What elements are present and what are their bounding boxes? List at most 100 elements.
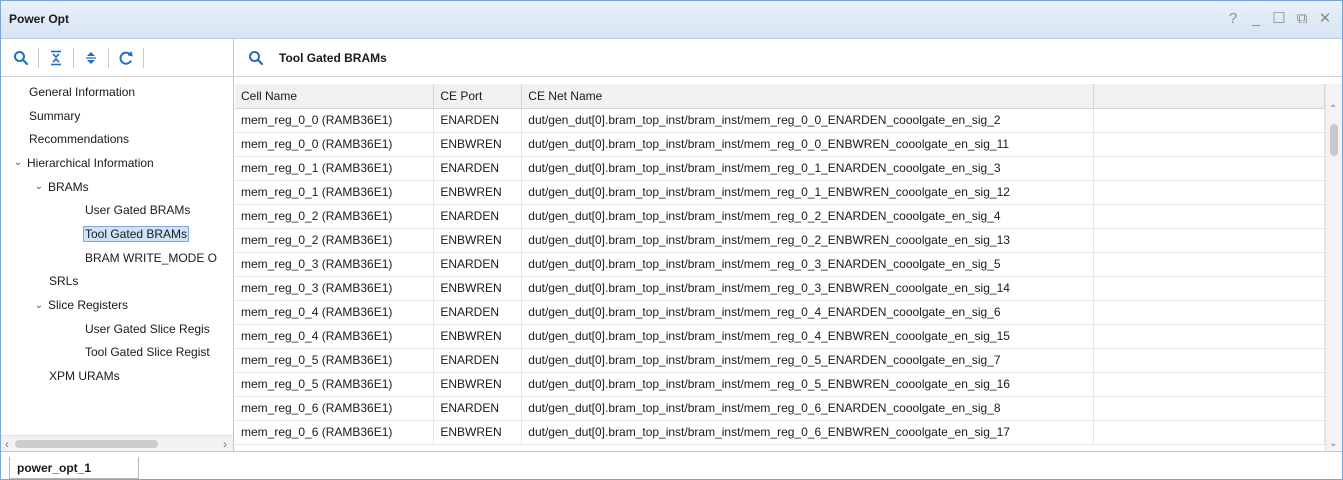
- ce-port-cell: ENARDEN: [433, 204, 523, 229]
- chevron-down-icon[interactable]: ⌄: [11, 157, 25, 168]
- ce-port-cell: ENARDEN: [433, 396, 523, 421]
- tree-item-tool-gated-brams[interactable]: Tool Gated BRAMs: [1, 222, 233, 246]
- ce-net-name-cell: dut/gen_dut[0].bram_top_inst/bram_inst/m…: [521, 156, 1094, 181]
- tree-horizontal-scrollbar[interactable]: ‹ ›: [1, 435, 233, 451]
- table-row[interactable]: mem_reg_0_5 (RAMB36E1) ENBWREN dut/gen_dut…: [235, 372, 1325, 397]
- tree-item-user-gated-brams[interactable]: User Gated BRAMs: [1, 198, 233, 222]
- cell-name-cell: mem_reg_0_1 (RAMB36E1): [235, 180, 435, 205]
- cell-name-cell: mem_reg_0_2 (RAMB36E1): [235, 228, 435, 253]
- tab-power-opt-1[interactable]: power_opt_1: [9, 457, 139, 479]
- empty-cell: [1093, 108, 1325, 133]
- empty-cell: [1093, 324, 1325, 349]
- ce-net-name-cell: dut/gen_dut[0].bram_top_inst/bram_inst/m…: [521, 420, 1094, 445]
- expand-all-icon[interactable]: [80, 47, 102, 69]
- cell-name-cell: mem_reg_0_3 (RAMB36E1): [235, 252, 435, 277]
- ce-port-cell: ENARDEN: [433, 300, 523, 325]
- tree-item-general-information[interactable]: General Information: [1, 80, 233, 104]
- table-row[interactable]: mem_reg_0_4 (RAMB36E1) ENBWREN dut/gen_dut…: [235, 324, 1325, 349]
- close-icon[interactable]: ✕: [1318, 10, 1332, 28]
- empty-cell: [1093, 204, 1325, 229]
- table-row[interactable]: mem_reg_0_1 (RAMB36E1) ENARDEN dut/gen_dut…: [235, 156, 1325, 181]
- tree-item-label: Summary: [29, 108, 81, 123]
- empty-cell: [1093, 180, 1325, 205]
- scroll-up-icon[interactable]: ⌃: [1329, 104, 1337, 115]
- scroll-left-icon[interactable]: ‹: [5, 437, 9, 451]
- ce-port-cell: ENARDEN: [433, 252, 523, 277]
- table-row[interactable]: mem_reg_0_3 (RAMB36E1) ENARDEN dut/gen_dut…: [235, 252, 1325, 277]
- ce-port-cell: ENBWREN: [433, 132, 523, 157]
- cell-name-cell: mem_reg_0_6 (RAMB36E1): [235, 396, 435, 421]
- tree-item-slice-registers[interactable]: ⌄ Slice Registers: [1, 293, 233, 317]
- window-title: Power Opt: [9, 12, 70, 26]
- table-row[interactable]: mem_reg_0_4 (RAMB36E1) ENARDEN dut/gen_dut…: [235, 300, 1325, 325]
- minimize-icon[interactable]: _: [1249, 10, 1263, 28]
- tree-item-srls[interactable]: SRLs: [1, 270, 233, 294]
- ce-port-cell: ENARDEN: [433, 156, 523, 181]
- tree-item-recommendations[interactable]: Recommendations: [1, 127, 233, 151]
- cell-name-cell: mem_reg_0_3 (RAMB36E1): [235, 276, 435, 301]
- table-row[interactable]: mem_reg_0_2 (RAMB36E1) ENBWREN dut/gen_dut…: [235, 228, 1325, 253]
- tree-item-summary[interactable]: Summary: [1, 104, 233, 128]
- empty-cell: [1093, 156, 1325, 181]
- empty-cell: [1093, 252, 1325, 277]
- power-opt-window: Power Opt ? _ ☐ ⧉ ✕ General Information …: [0, 0, 1343, 480]
- search-icon[interactable]: [10, 47, 32, 69]
- column-header-empty[interactable]: [1093, 84, 1325, 109]
- tree-item-label: Slice Registers: [48, 298, 129, 313]
- bottom-tab-bar: power_opt_1: [1, 451, 1342, 479]
- empty-cell: [1093, 300, 1325, 325]
- tree-item-bram-write-mode[interactable]: BRAM WRITE_MODE O: [1, 246, 233, 270]
- ce-port-cell: ENBWREN: [433, 324, 523, 349]
- chevron-down-icon[interactable]: ⌄: [32, 181, 46, 192]
- cell-name-cell: mem_reg_0_5 (RAMB36E1): [235, 372, 435, 397]
- table-header-row: Cell Name CE Port CE Net Name: [235, 84, 1325, 109]
- ce-net-name-cell: dut/gen_dut[0].bram_top_inst/bram_inst/m…: [521, 276, 1094, 301]
- chevron-down-icon[interactable]: ⌄: [32, 300, 46, 311]
- ce-port-cell: ENBWREN: [433, 228, 523, 253]
- float-icon[interactable]: ⧉: [1295, 10, 1309, 28]
- empty-cell: [1093, 372, 1325, 397]
- table-row[interactable]: mem_reg_0_1 (RAMB36E1) ENBWREN dut/gen_dut…: [235, 180, 1325, 205]
- scrollbar-thumb[interactable]: [1330, 124, 1338, 156]
- tree-item-label: Hierarchical Information: [27, 155, 154, 170]
- table-row[interactable]: mem_reg_0_5 (RAMB36E1) ENARDEN dut/gen_dut…: [235, 348, 1325, 373]
- scrollbar-thumb[interactable]: [15, 440, 158, 448]
- ce-net-name-cell: dut/gen_dut[0].bram_top_inst/bram_inst/m…: [521, 300, 1094, 325]
- tree-item-hierarchical-information[interactable]: ⌄ Hierarchical Information: [1, 151, 233, 175]
- tree-item-label: General Information: [29, 84, 136, 99]
- table-row[interactable]: mem_reg_0_0 (RAMB36E1) ENARDEN dut/gen_dut…: [235, 108, 1325, 133]
- navigation-pane: General Information Summary Recommendati…: [1, 39, 234, 451]
- ce-port-cell: ENBWREN: [433, 372, 523, 397]
- tree-item-brams[interactable]: ⌄ BRAMs: [1, 175, 233, 199]
- help-icon[interactable]: ?: [1226, 10, 1240, 28]
- panel-title: Tool Gated BRAMs: [279, 50, 387, 65]
- table-row[interactable]: mem_reg_0_3 (RAMB36E1) ENBWREN dut/gen_dut…: [235, 276, 1325, 301]
- table-row[interactable]: mem_reg_0_6 (RAMB36E1) ENBWREN dut/gen_dut…: [235, 420, 1325, 445]
- collapse-all-icon[interactable]: [45, 47, 67, 69]
- ce-net-name-cell: dut/gen_dut[0].bram_top_inst/bram_inst/m…: [521, 228, 1094, 253]
- column-header-ce-net-name[interactable]: CE Net Name: [521, 84, 1094, 109]
- results-table-container: Cell Name CE Port CE Net Name mem_reg_0_…: [235, 84, 1325, 451]
- tree-item-xpm-urams[interactable]: XPM URAMs: [1, 364, 233, 388]
- search-icon[interactable]: [245, 47, 267, 69]
- table-row[interactable]: mem_reg_0_2 (RAMB36E1) ENARDEN dut/gen_dut…: [235, 204, 1325, 229]
- refresh-icon[interactable]: [115, 47, 137, 69]
- title-bar: Power Opt ? _ ☐ ⧉ ✕: [1, 1, 1342, 39]
- cell-name-cell: mem_reg_0_2 (RAMB36E1): [235, 204, 435, 229]
- empty-cell: [1093, 276, 1325, 301]
- ce-net-name-cell: dut/gen_dut[0].bram_top_inst/bram_inst/m…: [521, 180, 1094, 205]
- column-header-cell-name[interactable]: Cell Name: [235, 84, 435, 109]
- scroll-down-icon[interactable]: ⌄: [1329, 438, 1337, 449]
- table-row[interactable]: mem_reg_0_0 (RAMB36E1) ENBWREN dut/gen_dut…: [235, 132, 1325, 157]
- tree-item-user-gated-slice-registers[interactable]: User Gated Slice Regis: [1, 317, 233, 341]
- tree-item-label: BRAMs: [48, 179, 89, 194]
- column-header-ce-port[interactable]: CE Port: [433, 84, 523, 109]
- ce-net-name-cell: dut/gen_dut[0].bram_top_inst/bram_inst/m…: [521, 372, 1094, 397]
- scroll-right-icon[interactable]: ›: [223, 437, 227, 451]
- tree-item-tool-gated-slice-registers[interactable]: Tool Gated Slice Regist: [1, 341, 233, 365]
- cell-name-cell: mem_reg_0_4 (RAMB36E1): [235, 300, 435, 325]
- table-vertical-scrollbar[interactable]: ⌃ ⌄: [1325, 84, 1342, 451]
- maximize-icon[interactable]: ☐: [1272, 10, 1286, 28]
- table-row[interactable]: mem_reg_0_6 (RAMB36E1) ENARDEN dut/gen_dut…: [235, 396, 1325, 421]
- ce-port-cell: ENBWREN: [433, 180, 523, 205]
